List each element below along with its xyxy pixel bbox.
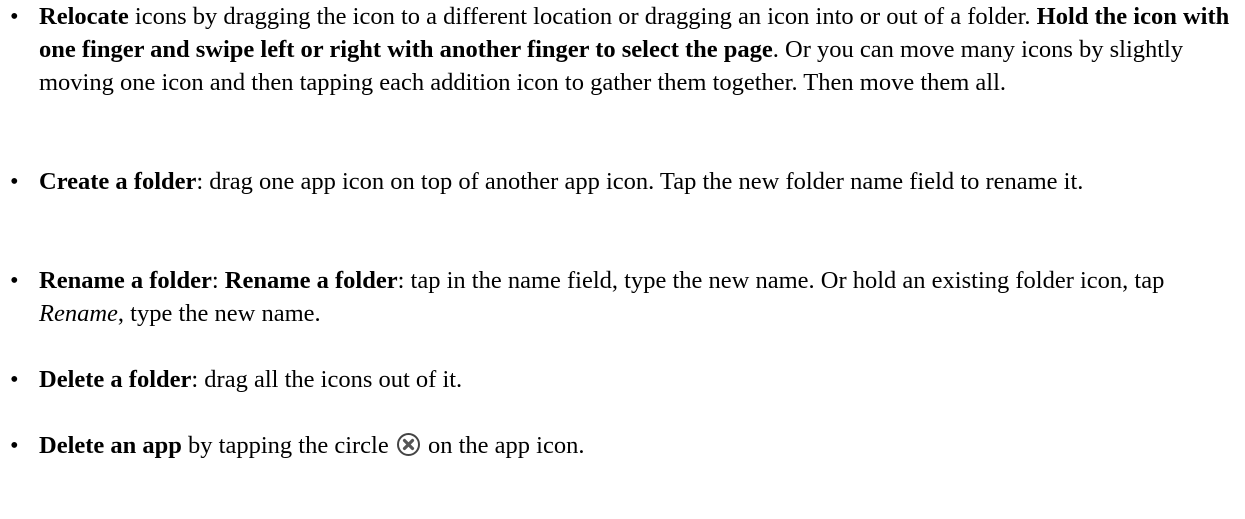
list-item-create-folder: • Create a folder: drag one app icon on t… bbox=[10, 165, 1238, 198]
term-delete-folder: Delete a folder bbox=[39, 366, 192, 393]
list-item-rename-folder: • Rename a folder: Rename a folder: tap i… bbox=[10, 264, 1238, 330]
rename-folder-text: : tap in the name field, type the new na… bbox=[397, 267, 1165, 294]
bullet: • bbox=[10, 168, 19, 195]
list-item-relocate: • Relocate icons by dragging the icon to … bbox=[10, 0, 1238, 99]
rename-separator: : bbox=[211, 267, 225, 294]
term-relocate: Relocate bbox=[39, 3, 129, 30]
bullet: • bbox=[10, 366, 19, 393]
rename-folder-text-continued: , type the new name. bbox=[117, 300, 321, 327]
list-item-delete-app: • Delete an app by tapping the circle on … bbox=[10, 429, 1238, 462]
bullet: • bbox=[10, 3, 19, 30]
rename-command: Rename bbox=[39, 300, 118, 327]
term-rename-folder-repeat: Rename a folder bbox=[224, 267, 398, 294]
term-rename-folder: Rename a folder bbox=[39, 267, 212, 294]
instruction-document: • Relocate icons by dragging the icon to … bbox=[0, 0, 1245, 519]
relocate-text: icons by dragging the icon to a differen… bbox=[128, 3, 1037, 30]
bullet: • bbox=[10, 432, 19, 459]
list-item-delete-folder: • Delete a folder: drag all the icons out… bbox=[10, 363, 1238, 396]
bullet: • bbox=[10, 267, 19, 294]
delete-app-text-continued: on the app icon. bbox=[421, 432, 585, 459]
circle-x-icon bbox=[396, 433, 420, 456]
delete-folder-text: : drag all the icons out of it. bbox=[191, 366, 463, 393]
create-folder-text: : drag one app icon on top of another ap… bbox=[196, 168, 1084, 195]
term-delete-app: Delete an app bbox=[39, 432, 182, 459]
term-create-folder: Create a folder bbox=[39, 168, 197, 195]
delete-app-text: by tapping the circle bbox=[181, 432, 395, 459]
